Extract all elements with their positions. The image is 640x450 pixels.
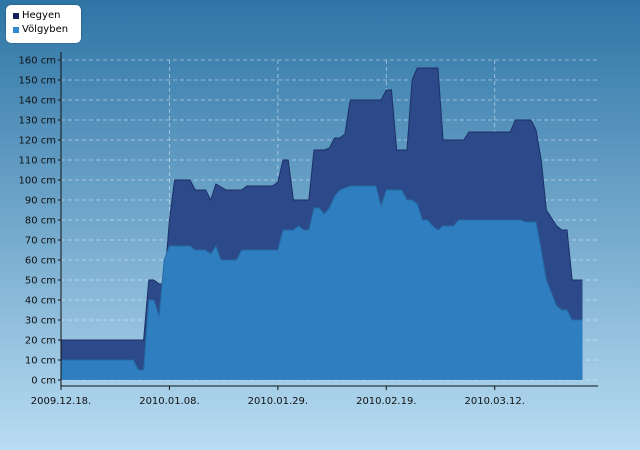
x-tick-label: 2010.03.12. (465, 396, 525, 407)
legend-label-volgyben: Völgyben (22, 24, 69, 35)
legend-swatch-hegyen (13, 12, 19, 19)
y-tick-label: 110 cm (18, 156, 56, 167)
x-tick-label: 2010.02.19. (356, 396, 416, 407)
legend-item-hegyen: Hegyen (13, 10, 60, 21)
y-tick-label: 100 cm (18, 176, 56, 187)
y-tick-label: 40 cm (25, 296, 56, 307)
legend-item-volgyben: Völgyben (13, 24, 68, 35)
chart-legend: Hegyen Völgyben (6, 5, 81, 43)
x-tick-label: 2010.01.29. (248, 396, 308, 407)
y-tick-labels: 0 cm 10 cm 20 cm 30 cm 40 cm 50 cm 60 cm 70 cm 8… (18, 56, 56, 387)
y-tick-label: 140 cm (18, 96, 56, 107)
y-tick-label: 80 cm (25, 216, 56, 227)
x-tick-label: 2009.12.18. (31, 396, 91, 407)
y-tick-label: 30 cm (25, 316, 56, 327)
y-tick-label: 70 cm (25, 236, 56, 247)
legend-swatch-volgyben (13, 26, 19, 33)
area-chart: 0 cm 10 cm 20 cm 30 cm 40 cm 50 cm 60 cm 70 cm 8… (0, 0, 640, 450)
y-tick-label: 50 cm (25, 276, 56, 287)
x-tick-label: 2010.01.08. (139, 396, 199, 407)
y-tick-label: 150 cm (18, 76, 56, 87)
y-tick-label: 160 cm (18, 56, 56, 67)
y-tick-label: 130 cm (18, 116, 56, 127)
chart-stage: 0 cm 10 cm 20 cm 30 cm 40 cm 50 cm 60 cm 70 cm 8… (0, 0, 640, 450)
y-tick-label: 90 cm (25, 196, 56, 207)
y-tick-label: 60 cm (25, 256, 56, 267)
legend-label-hegyen: Hegyen (22, 10, 61, 21)
y-tick-label: 120 cm (18, 136, 56, 147)
y-tick-label: 20 cm (25, 336, 56, 347)
y-tick-label: 10 cm (25, 356, 56, 367)
y-tick-label: 0 cm (31, 376, 56, 387)
